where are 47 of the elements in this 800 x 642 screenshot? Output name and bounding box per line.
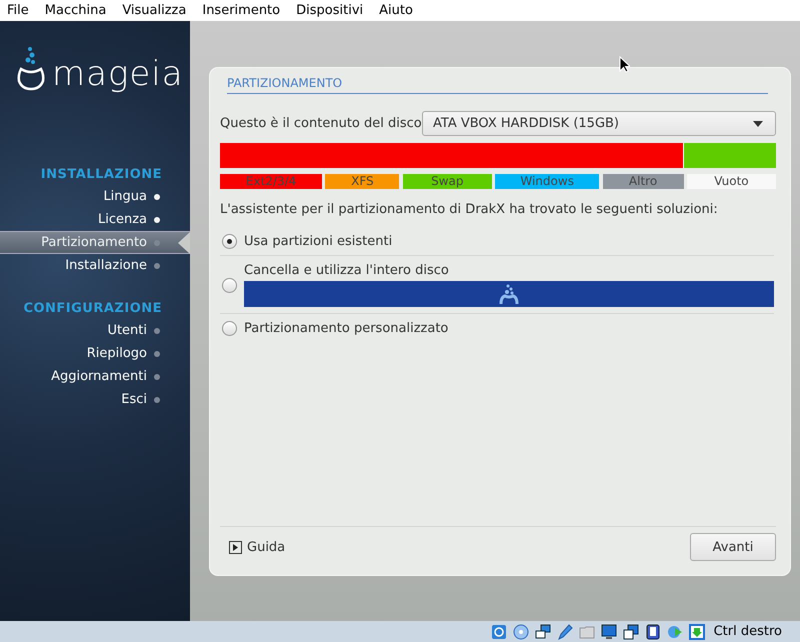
intro-text: L'assistente per il partizionamento di DrakX ha trovato le seguenti soluzioni: [220,202,719,217]
step-label: Riepilogo [86,346,147,361]
step-label: Utenti [107,323,147,338]
help-link[interactable]: Guida [229,540,286,554]
radio-button[interactable] [222,234,237,249]
caret-icon [753,120,763,126]
option-label: Usa partizioni esistenti [244,234,394,249]
download-icon[interactable] [688,622,706,640]
host-key-label: Ctrl destro [714,624,782,639]
section-title: CONFIGURAZIONE [22,300,163,318]
logo-text: mageia [52,57,184,91]
expander-icon [229,540,242,554]
cauldron-icon [499,283,519,305]
step-label: Licenza [98,212,147,227]
panel-title: PARTIZIONAMENTO [227,76,768,94]
menu-item[interactable]: Dispositivi [296,3,364,18]
radio-button[interactable] [222,278,237,292]
disk-label: Questo è il contenuto del disco [220,116,422,131]
windows-icon[interactable] [622,622,640,640]
disk-select[interactable]: ATA VBOX HARDDISK (15GB) [422,111,776,136]
option-label: Cancella e utilizza l'intero disco [244,263,450,278]
legend-item: Windows [495,174,600,189]
menu-item[interactable]: Inserimento [202,3,280,18]
legend-item: Vuoto [686,174,776,189]
optical-disc-icon[interactable] [512,622,530,640]
menu-item[interactable]: Visualizza [122,3,186,18]
section-title: INSTALLAZIONE [40,166,163,184]
option-label: Partizionamento personalizzato [244,321,450,336]
radio-button[interactable] [222,321,237,336]
next-button[interactable]: Avanti [690,533,776,561]
menu-item[interactable]: Aiuto [379,3,413,18]
step-label: Lingua [103,189,147,204]
legend-item: Altro [602,174,684,189]
step-label: Esci [121,392,147,407]
menu-item[interactable]: File [7,3,29,18]
chip-icon[interactable] [644,622,662,640]
legend-item: Swap [402,174,492,189]
cursor-icon [619,56,630,73]
legend-item: XFS [325,174,400,189]
step-label: Installazione [65,258,147,273]
network-icon[interactable] [534,622,552,640]
menu-item[interactable]: Macchina [44,3,106,18]
step-label: Aggiornamenti [51,369,147,384]
cauldron-icon [16,45,46,91]
legend-item: Ext2/3/4 [220,174,322,189]
display-icon[interactable] [600,622,618,640]
step-label: Partizionamento [41,235,147,250]
